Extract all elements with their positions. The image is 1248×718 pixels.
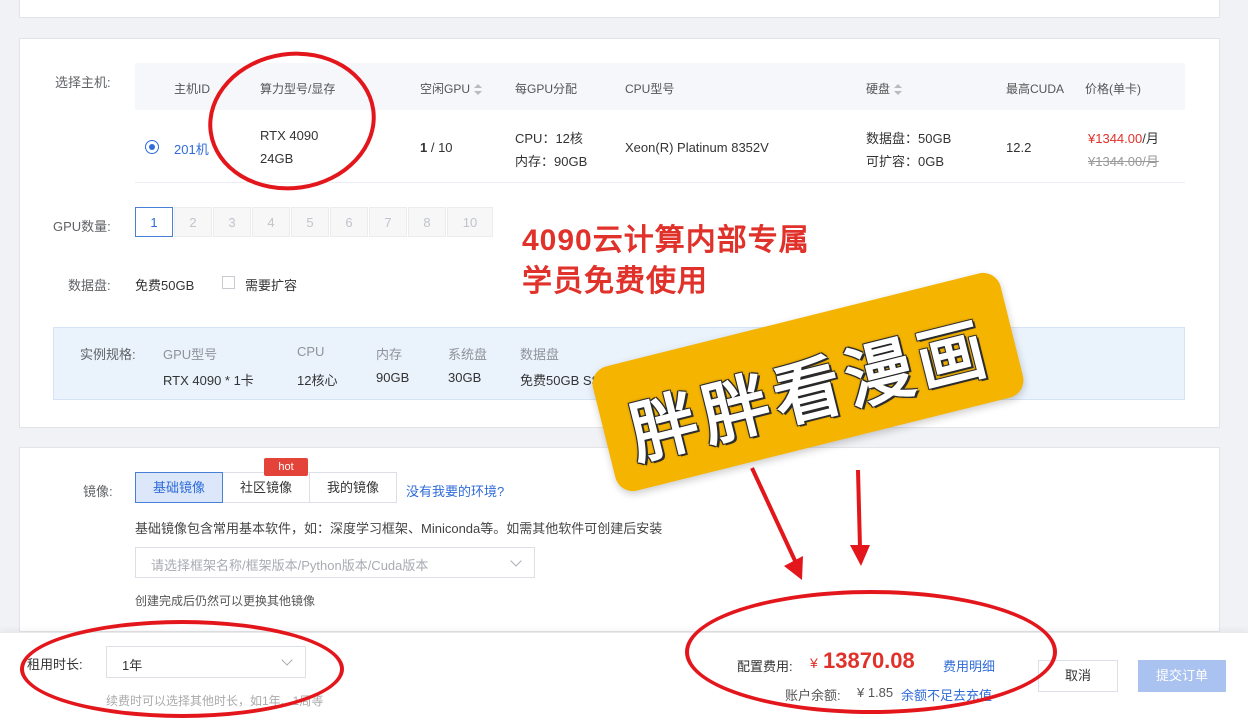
arrow-icons [750,467,870,580]
arrow-right-head [850,545,870,566]
arrow-left-line [750,467,799,566]
arrow-right-line [856,469,862,549]
